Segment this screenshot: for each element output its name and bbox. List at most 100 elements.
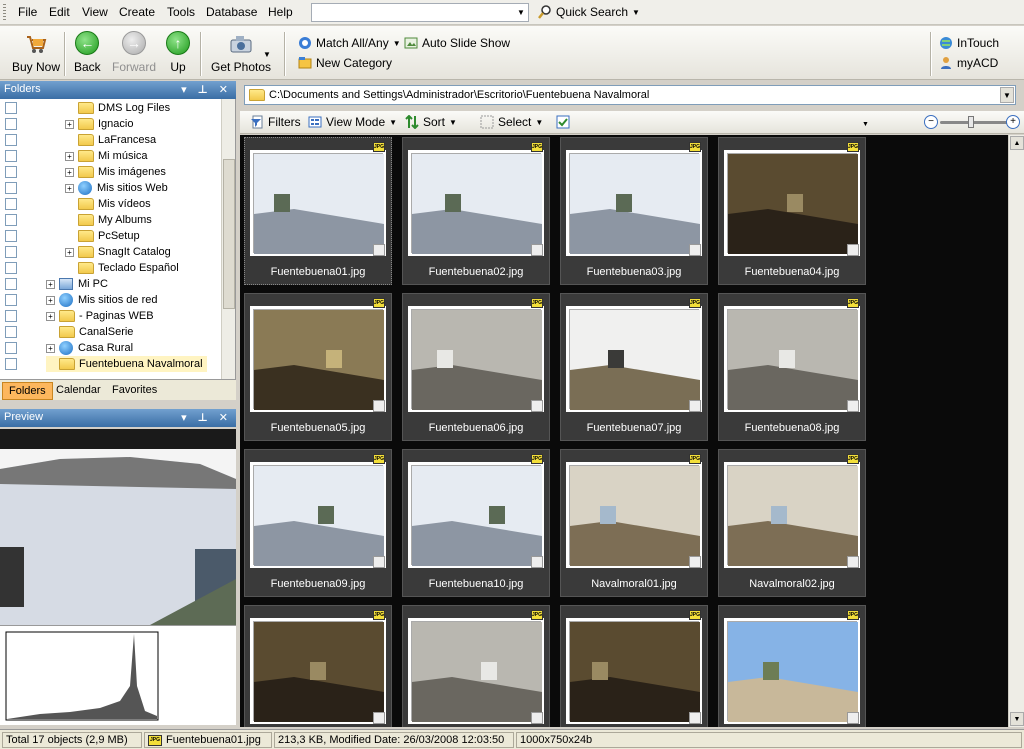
match-all-any-button[interactable]: Match All/Any ▼ [298,36,401,50]
menu-file[interactable]: File [18,5,37,19]
menu-view[interactable]: View [82,5,108,19]
view-mode-button[interactable]: View Mode ▼ [308,115,397,129]
up-button[interactable]: ↑ Up [165,30,191,74]
menu-create[interactable]: Create [119,5,155,19]
thumbnail-item[interactable]: JPG [718,605,866,727]
tree-item[interactable]: + Mis sitios de red [46,292,157,308]
expand-icon[interactable]: + [46,295,55,305]
expand-icon[interactable]: + [65,247,74,257]
tree-checkbox[interactable] [5,358,17,370]
tree-checkbox[interactable] [5,230,17,242]
intouch-button[interactable]: InTouch [939,36,999,50]
tab-favorites[interactable]: Favorites [106,382,163,400]
thumbnail-checkbox[interactable] [847,556,859,568]
tree-item[interactable]: PcSetup [65,228,140,244]
expand-icon[interactable]: + [65,183,74,193]
new-category-button[interactable]: New Category [298,56,392,70]
tree-checkbox[interactable] [5,310,17,322]
thumbnail-item[interactable]: JPG Fuentebuena03.jpg [560,137,708,285]
quick-search-button[interactable]: Quick Search ▼ [538,5,640,19]
tree-item[interactable]: + - Paginas WEB [46,308,154,324]
sort-button[interactable]: Sort ▼ [405,115,457,129]
forward-button[interactable]: → Forward [112,30,156,74]
tree-checkbox[interactable] [5,262,17,274]
thumbnail-checkbox[interactable] [373,712,385,724]
zoom-slider[interactable] [940,121,1008,124]
menu-edit[interactable]: Edit [49,5,70,19]
thumbnail-item[interactable]: JPG [560,605,708,727]
menu-tools[interactable]: Tools [167,5,195,19]
tree-checkbox[interactable] [5,342,17,354]
thumbnail-item[interactable]: JPG Fuentebuena06.jpg [402,293,550,441]
tree-item[interactable]: LaFrancesa [65,132,156,148]
thumbnail-item[interactable]: JPG [244,605,392,727]
thumbnail-item[interactable]: JPG Navalmoral01.jpg [560,449,708,597]
menu-help[interactable]: Help [268,5,293,19]
tree-item[interactable]: + Ignacio [65,116,133,132]
tree-item[interactable]: Teclado Español [65,260,179,276]
thumbnail-checkbox[interactable] [531,400,543,412]
expand-icon[interactable]: + [65,119,74,129]
buy-now-button[interactable]: Buy Now [12,30,60,74]
tree-checkbox[interactable] [5,278,17,290]
zoom-out-icon[interactable]: − [924,115,938,129]
tree-checkbox[interactable] [5,294,17,306]
myacd-button[interactable]: myACD [939,56,998,70]
filters-button[interactable]: Filters [250,115,301,129]
thumbnail-checkbox[interactable] [531,556,543,568]
tree-item[interactable]: + Mi PC [46,276,108,292]
tree-checkbox[interactable] [5,102,17,114]
tree-checkbox[interactable] [5,246,17,258]
pane-controls[interactable]: ▾ ⊥ ✕ [181,411,232,424]
expand-icon[interactable]: + [46,279,55,289]
scroll-up-arrow[interactable]: ▲ [1010,136,1024,150]
pane-controls[interactable]: ▾ ⊥ ✕ [181,83,232,96]
tab-folders[interactable]: Folders [2,382,53,400]
tree-checkbox[interactable] [5,150,17,162]
expand-icon[interactable]: + [65,167,74,177]
zoom-slider-handle[interactable] [968,116,974,128]
path-input[interactable]: C:\Documents and Settings\Administrador\… [244,85,1016,105]
tab-calendar[interactable]: Calendar [50,382,107,400]
thumbnail-item[interactable]: JPG [402,605,550,727]
back-button[interactable]: ← Back [74,30,101,74]
chevron-down-icon[interactable]: ▼ [514,4,528,21]
thumbnail-item[interactable]: JPG Fuentebuena10.jpg [402,449,550,597]
tree-checkbox[interactable] [5,214,17,226]
tree-item[interactable]: + Casa Rural [46,340,133,356]
tree-item[interactable]: + SnagIt Catalog [65,244,171,260]
thumbnail-checkbox[interactable] [373,244,385,256]
thumbnail-checkbox[interactable] [689,556,701,568]
thumbnail-item[interactable]: JPG Navalmoral02.jpg [718,449,866,597]
tree-item[interactable]: + Mi música [65,148,148,164]
tree-item[interactable]: My Albums [65,212,152,228]
thumbnail-checkbox[interactable] [847,244,859,256]
thumbnail-checkbox[interactable] [531,244,543,256]
tree-checkbox[interactable] [5,198,17,210]
chevron-down-icon[interactable]: ▼ [862,121,869,128]
tree-checkbox[interactable] [5,326,17,338]
tree-item[interactable]: Mis vídeos [65,196,151,212]
thumbnail-item[interactable]: JPG Fuentebuena05.jpg [244,293,392,441]
tree-checkbox[interactable] [5,134,17,146]
chevron-down-icon[interactable]: ▼ [1000,87,1014,103]
thumbnail-checkbox[interactable] [847,712,859,724]
thumbnail-item[interactable]: JPG Fuentebuena02.jpg [402,137,550,285]
menu-database[interactable]: Database [206,5,257,19]
quick-search-input[interactable]: ▼ [311,3,529,22]
tree-checkbox[interactable] [5,166,17,178]
thumbnail-checkbox[interactable] [373,400,385,412]
tree-item[interactable]: + Mis sitios Web [65,180,168,196]
tree-scroll-thumb[interactable] [223,159,235,309]
thumbnail-item[interactable]: JPG Fuentebuena04.jpg [718,137,866,285]
tree-scrollbar[interactable] [221,99,235,379]
chevron-down-icon[interactable]: ▼ [263,50,271,59]
thumbnail-item[interactable]: JPG Fuentebuena08.jpg [718,293,866,441]
grid-scrollbar[interactable]: ▲ ▼ [1008,135,1024,727]
tree-item[interactable]: CanalSerie [46,324,133,340]
select-button[interactable]: Select ▼ [480,115,543,129]
thumbnail-item[interactable]: JPG Fuentebuena09.jpg [244,449,392,597]
auto-slide-show-button[interactable]: Auto Slide Show [404,36,510,50]
thumbnail-grid[interactable]: JPG Fuentebuena01.jpg JPG Fuentebuena02.jpg… [240,135,1008,727]
tree-checkbox[interactable] [5,118,17,130]
